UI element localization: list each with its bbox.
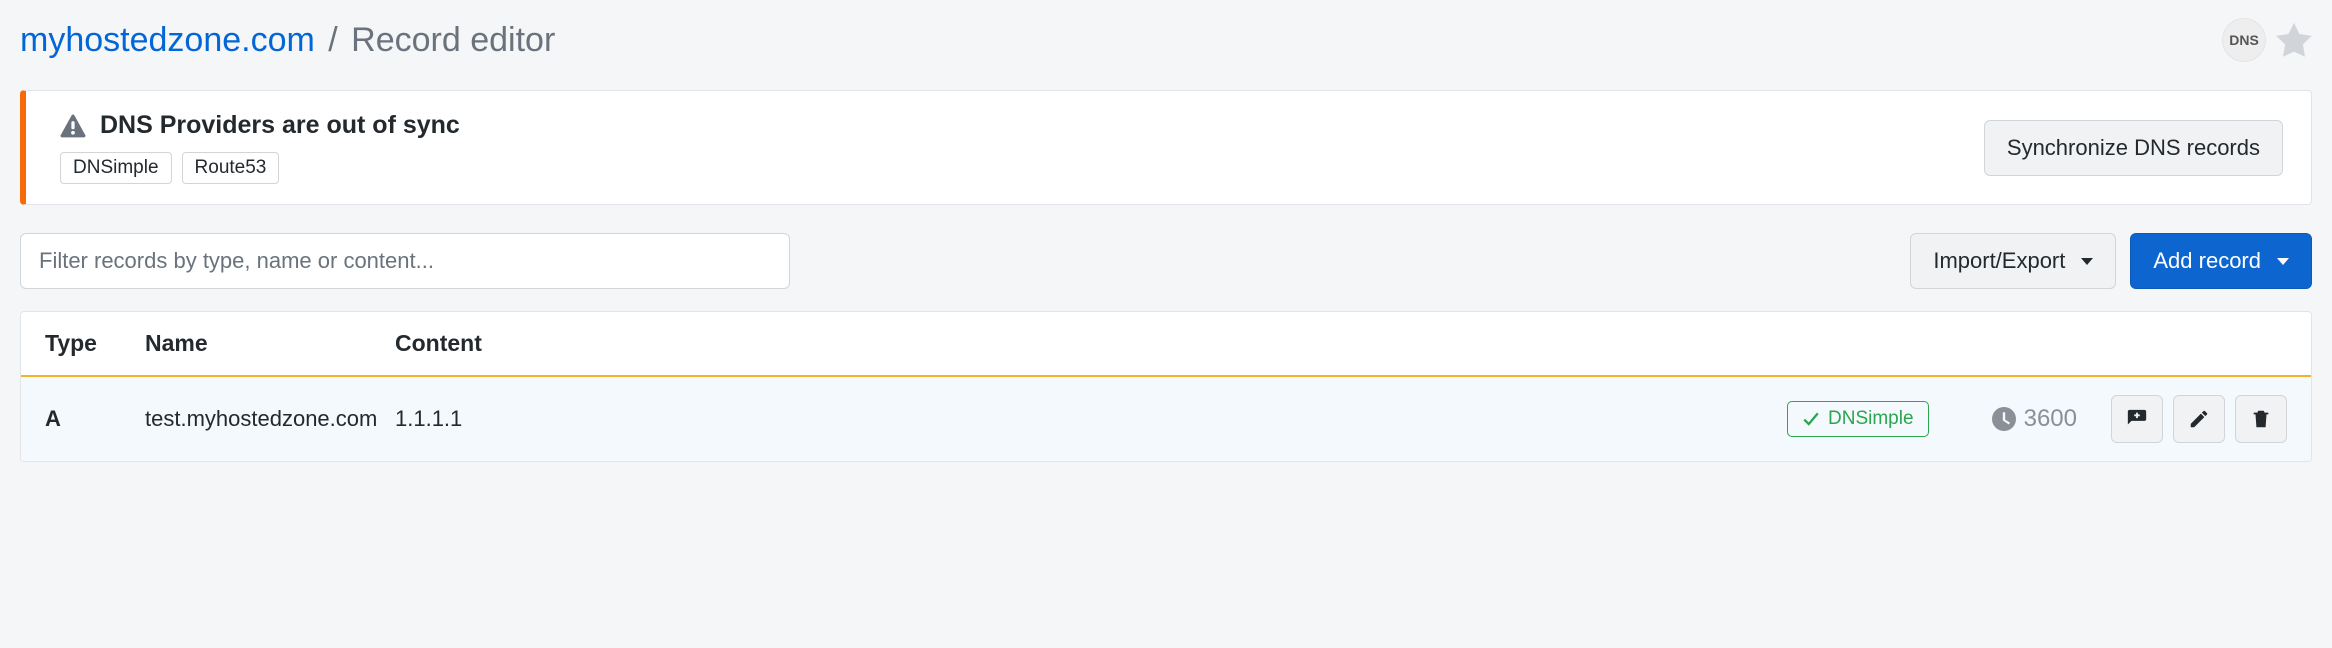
provider-chip-dnsimple[interactable]: DNSimple [60, 152, 172, 184]
record-ttl: 3600 [1992, 405, 2077, 433]
sync-alert: DNS Providers are out of sync DNSimple R… [20, 90, 2312, 205]
check-icon [1802, 410, 1820, 428]
dns-provider-badge[interactable]: DNS [2222, 18, 2266, 62]
column-header-name: Name [145, 330, 385, 357]
add-record-button[interactable]: Add record [2130, 233, 2312, 289]
table-row[interactable]: A test.myhostedzone.com 1.1.1.1 DNSimple… [21, 377, 2311, 461]
chevron-down-icon [2277, 258, 2289, 265]
synchronize-button[interactable]: Synchronize DNS records [1984, 120, 2283, 176]
ttl-value: 3600 [2024, 405, 2077, 433]
filter-records-input[interactable] [20, 233, 790, 289]
record-name: test.myhostedzone.com [145, 406, 385, 432]
breadcrumb-current: Record editor [351, 21, 555, 59]
import-export-button[interactable]: Import/Export [1910, 233, 2116, 289]
edit-button[interactable] [2173, 395, 2225, 443]
warning-icon [60, 113, 86, 139]
breadcrumb: myhostedzone.com / Record editor [20, 21, 555, 60]
column-header-content: Content [395, 330, 1777, 357]
note-button[interactable] [2111, 395, 2163, 443]
alert-content: DNS Providers are out of sync DNSimple R… [60, 111, 460, 184]
page-header: myhostedzone.com / Record editor DNS [20, 18, 2312, 62]
records-table: Type Name Content A test.myhostedzone.co… [20, 311, 2312, 462]
header-icons: DNS [2222, 18, 2312, 62]
record-type: A [45, 406, 135, 432]
row-actions [2111, 395, 2287, 443]
toolbar: Import/Export Add record [20, 233, 2312, 289]
add-record-label: Add record [2153, 248, 2261, 274]
record-content: 1.1.1.1 [395, 406, 1777, 432]
trash-icon [2250, 408, 2272, 430]
provider-synced-label: DNSimple [1828, 408, 1914, 430]
column-header-type: Type [45, 330, 135, 357]
provider-chip-route53[interactable]: Route53 [182, 152, 280, 184]
breadcrumb-domain-link[interactable]: myhostedzone.com [20, 21, 315, 59]
provider-chips: DNSimple Route53 [60, 152, 460, 184]
clock-icon [1992, 407, 2016, 431]
comment-plus-icon [2126, 408, 2148, 430]
alert-title: DNS Providers are out of sync [100, 111, 460, 140]
provider-synced-badge: DNSimple [1787, 401, 1929, 437]
import-export-label: Import/Export [1933, 248, 2065, 274]
breadcrumb-separator: / [328, 21, 337, 59]
star-icon[interactable] [2276, 22, 2312, 58]
chevron-down-icon [2081, 258, 2093, 265]
delete-button[interactable] [2235, 395, 2287, 443]
pencil-icon [2188, 408, 2210, 430]
records-header-row: Type Name Content [21, 312, 2311, 377]
